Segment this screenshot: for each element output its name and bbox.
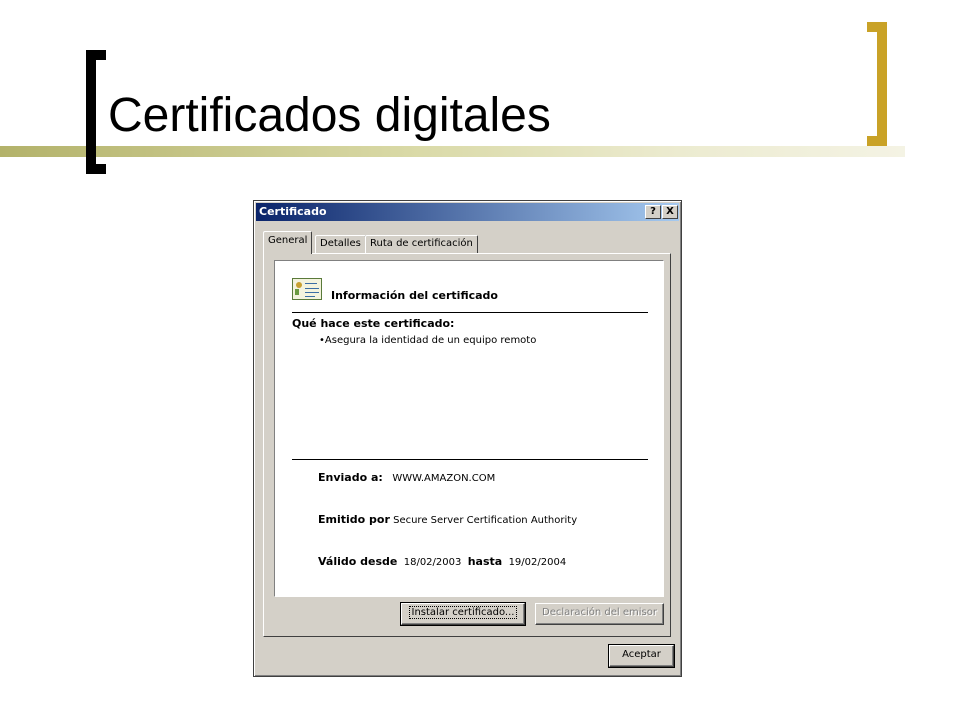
title-underline-bar [0,146,905,157]
install-certificate-button[interactable]: Instalar certificado... [400,602,526,626]
valid-from-value: 18/02/2003 [403,557,462,568]
certificate-dialog: Certificado ? X General Detalles Ruta de… [253,200,682,677]
issuer-statement-button[interactable]: Declaración del emisor [535,603,664,625]
issued-to-row: Enviado a: WWW.AMAZON.COM [318,471,495,484]
valid-to-label: hasta [467,555,503,568]
dialog-titlebar[interactable]: Certificado ? X [256,203,679,221]
issued-by-value: Secure Server Certification Authority [393,515,578,526]
tab-detalles[interactable]: Detalles [315,235,366,253]
close-button[interactable]: X [662,205,678,219]
dialog-title: Certificado [259,205,327,218]
purpose-item: •Asegura la identidad de un equipo remot… [319,335,537,346]
valid-from-label: Válido desde [318,555,398,568]
tab-ruta-certificacion[interactable]: Ruta de certificación [365,235,478,253]
purpose-heading: Qué hace este certificado: [292,317,455,330]
install-certificate-label: Instalar certificado... [408,606,518,619]
validity-row: Válido desde 18/02/2003 hasta 19/02/2004 [318,555,566,568]
ok-button[interactable]: Aceptar [608,644,675,668]
separator-bottom [292,459,648,460]
tab-general[interactable]: General [263,231,313,254]
valid-to-value: 19/02/2004 [508,557,567,568]
certificate-icon [292,278,322,300]
slide-title: Certificados digitales [108,89,551,142]
right-bracket-decoration [867,22,887,146]
general-tab-panel: Información del certificado Qué hace est… [263,253,671,637]
left-bracket-decoration [86,50,106,174]
separator-top [292,312,648,313]
info-heading: Información del certificado [331,289,498,302]
issued-to-label: Enviado a: [318,471,383,484]
help-button[interactable]: ? [645,205,661,219]
certificate-info-box: Información del certificado Qué hace est… [274,260,664,597]
issued-by-row: Emitido por Secure Server Certification … [318,513,577,526]
issued-by-label: Emitido por [318,513,390,526]
issued-to-value: WWW.AMAZON.COM [392,473,496,484]
